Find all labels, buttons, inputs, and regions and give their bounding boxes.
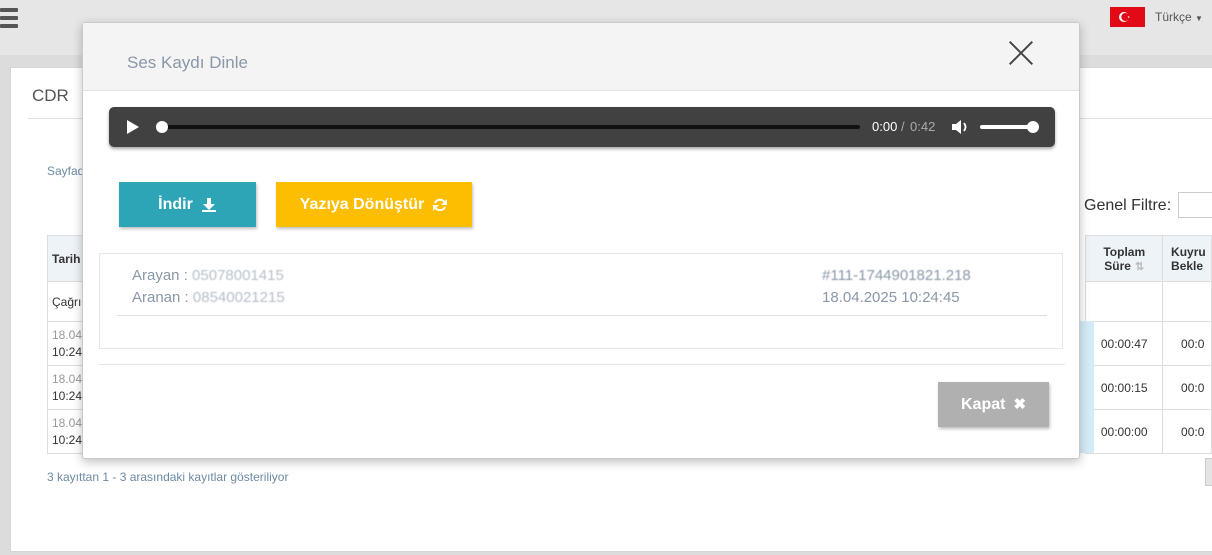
language-label: Türkçe [1155,10,1192,24]
turkey-flag-icon [1110,7,1145,27]
play-icon[interactable] [127,120,139,134]
table-highlight [1080,321,1094,453]
volume-slider[interactable] [980,125,1034,129]
close-button[interactable]: Kapat ✖ [938,382,1049,427]
refresh-icon [433,198,448,211]
sort-icon: ⇅ [1134,260,1145,273]
call-id: #111-1744901821.218 [822,267,971,284]
caller-row: Arayan : 05078001415 [132,267,284,284]
info-divider [117,315,1047,316]
transcribe-button[interactable]: Yazıya Dönüştür [276,182,472,227]
page-title: CDR [32,86,69,105]
column-header-date[interactable]: Tarih [47,235,87,282]
caller-number: 05078001415 [192,267,284,284]
caret-down-icon: ▼ [1195,14,1203,23]
filter-row-cell: Çağrı [47,281,87,322]
volume-thumb[interactable] [1027,121,1039,133]
volume-icon[interactable] [951,118,971,136]
audio-modal: Ses Kaydı Dinle 0:00 / 0:42 İndir Yazıya… [82,22,1080,459]
filter-label: Genel Filtre: [1084,197,1172,214]
seek-thumb[interactable] [156,121,168,133]
modal-title: Ses Kaydı Dinle [127,53,248,72]
page-size-label: Sayfad [47,164,85,178]
download-icon [201,197,216,212]
menu-icon[interactable] [0,8,18,30]
records-info: 3 kayıttan 1 - 3 arasındaki kayıtlar gös… [47,470,289,484]
pagination-button[interactable] [1205,458,1212,486]
language-selector[interactable]: Türkçe ▼ [1155,10,1203,24]
duration: 0:42 [910,119,936,134]
column-header-total-duration[interactable]: Toplam Süre ⇅ [1085,235,1164,282]
call-datetime: 18.04.2025 10:24:45 [822,289,960,306]
call-info-box: Arayan : 05078001415 Aranan : 0854002121… [99,253,1063,349]
modal-header: Ses Kaydı Dinle [83,23,1079,91]
modal-footer-divider [99,364,1065,365]
current-time: 0:00 [872,119,898,134]
callee-number: 08540021215 [192,289,285,306]
audio-player: 0:00 / 0:42 [109,107,1055,147]
column-header-queue-wait[interactable]: Kuyru Bekle [1162,235,1212,282]
download-button[interactable]: İndir [119,182,256,227]
time-separator: / [901,119,905,134]
close-icon[interactable] [1007,39,1035,67]
times-icon: ✖ [1013,396,1027,413]
seek-bar[interactable] [161,125,860,129]
filter-input[interactable] [1178,192,1212,218]
callee-row: Aranan : 08540021215 [132,289,285,306]
